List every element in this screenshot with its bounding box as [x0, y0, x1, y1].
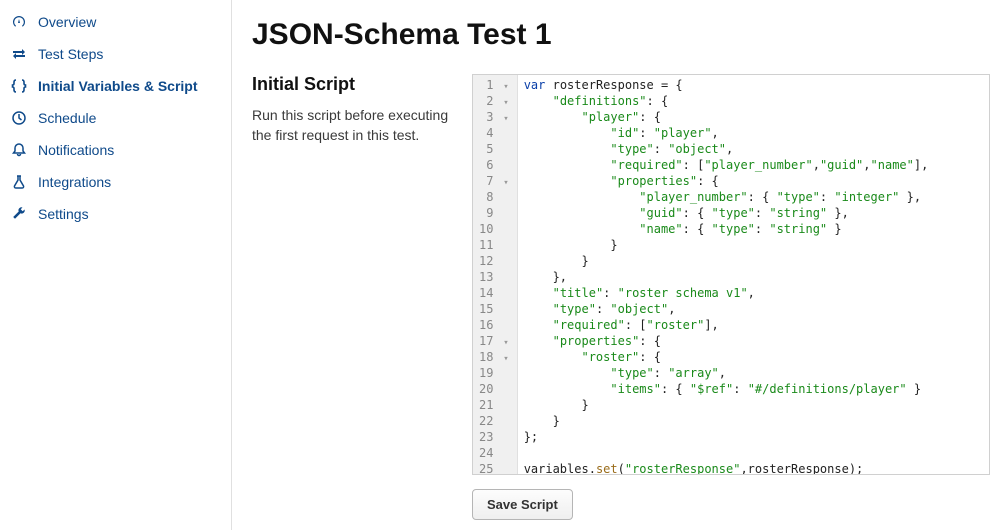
line-number: 14 [479, 285, 509, 301]
editor-gutter: 1 ▾2 ▾3 ▾4 5 6 7 ▾8 9 10 11 12 13 14 15 … [473, 75, 518, 474]
line-number: 10 [479, 221, 509, 237]
code-line[interactable]: "roster": { [524, 349, 983, 365]
sidebar-item-label: Initial Variables & Script [38, 78, 198, 94]
line-number: 11 [479, 237, 509, 253]
code-line[interactable]: "type": "array", [524, 365, 983, 381]
code-line[interactable]: "name": { "type": "string" } [524, 221, 983, 237]
line-number: 2 ▾ [479, 93, 509, 109]
sidebar-item-test-steps[interactable]: Test Steps [0, 38, 231, 70]
code-line[interactable]: "items": { "$ref": "#/definitions/player… [524, 381, 983, 397]
line-number: 15 [479, 301, 509, 317]
section-header: Initial Script Run this script before ex… [252, 74, 452, 520]
sidebar-item-label: Notifications [38, 142, 114, 158]
code-line[interactable]: "player": { [524, 109, 983, 125]
code-line[interactable]: "guid": { "type": "string" }, [524, 205, 983, 221]
code-line[interactable]: }, [524, 269, 983, 285]
script-editor[interactable]: 1 ▾2 ▾3 ▾4 5 6 7 ▾8 9 10 11 12 13 14 15 … [472, 74, 990, 475]
line-number: 23 [479, 429, 509, 445]
dashboard-icon [10, 14, 28, 30]
sidebar-item-label: Test Steps [38, 46, 103, 62]
line-number: 12 [479, 253, 509, 269]
wrench-icon [10, 206, 28, 222]
code-line[interactable]: "id": "player", [524, 125, 983, 141]
code-line[interactable]: "type": "object", [524, 301, 983, 317]
code-line[interactable]: var rosterResponse = { [524, 77, 983, 93]
line-number: 7 ▾ [479, 173, 509, 189]
line-number: 17 ▾ [479, 333, 509, 349]
code-line[interactable]: "required": ["roster"], [524, 317, 983, 333]
line-number: 25 [479, 461, 509, 475]
sidebar-item-label: Integrations [38, 174, 111, 190]
code-line[interactable]: variables.set("rosterResponse",rosterRes… [524, 461, 983, 475]
line-number: 19 [479, 365, 509, 381]
sidebar-item-schedule[interactable]: Schedule [0, 102, 231, 134]
sidebar-item-label: Overview [38, 14, 96, 30]
section-description: Run this script before executing the fir… [252, 105, 452, 146]
sidebar-item-integrations[interactable]: Integrations [0, 166, 231, 198]
code-line[interactable]: "required": ["player_number","guid","nam… [524, 157, 983, 173]
sidebar-item-overview[interactable]: Overview [0, 6, 231, 38]
code-line[interactable]: }; [524, 429, 983, 445]
line-number: 6 [479, 157, 509, 173]
bell-icon [10, 142, 28, 158]
clock-icon [10, 110, 28, 126]
line-number: 8 [479, 189, 509, 205]
code-line[interactable]: "properties": { [524, 173, 983, 189]
code-line[interactable]: } [524, 413, 983, 429]
line-number: 13 [479, 269, 509, 285]
flask-icon [10, 174, 28, 190]
sidebar-item-label: Schedule [38, 110, 96, 126]
code-line[interactable]: "definitions": { [524, 93, 983, 109]
code-line[interactable]: } [524, 237, 983, 253]
main-content: JSON-Schema Test 1 Initial Script Run th… [232, 0, 1000, 530]
sidebar-item-notifications[interactable]: Notifications [0, 134, 231, 166]
code-line[interactable]: "properties": { [524, 333, 983, 349]
line-number: 5 [479, 141, 509, 157]
line-number: 22 [479, 413, 509, 429]
line-number: 3 ▾ [479, 109, 509, 125]
line-number: 21 [479, 397, 509, 413]
code-line[interactable]: "title": "roster schema v1", [524, 285, 983, 301]
code-line[interactable]: "player_number": { "type": "integer" }, [524, 189, 983, 205]
braces-icon [10, 78, 28, 94]
page-title: JSON-Schema Test 1 [252, 18, 990, 52]
line-number: 4 [479, 125, 509, 141]
sidebar-item-label: Settings [38, 206, 89, 222]
sidebar-item-initial-variables-script[interactable]: Initial Variables & Script [0, 70, 231, 102]
line-number: 20 [479, 381, 509, 397]
line-number: 16 [479, 317, 509, 333]
code-line[interactable]: "type": "object", [524, 141, 983, 157]
code-line[interactable]: } [524, 253, 983, 269]
section-title: Initial Script [252, 74, 452, 95]
line-number: 1 ▾ [479, 77, 509, 93]
line-number: 9 [479, 205, 509, 221]
swap-icon [10, 46, 28, 62]
save-script-button[interactable]: Save Script [472, 489, 573, 520]
line-number: 24 [479, 445, 509, 461]
line-number: 18 ▾ [479, 349, 509, 365]
editor-code[interactable]: var rosterResponse = { "definitions": { … [518, 75, 989, 474]
sidebar: Overview Test Steps Initial Variables & Sc… [0, 0, 232, 530]
code-line[interactable]: } [524, 397, 983, 413]
code-line[interactable] [524, 445, 983, 461]
sidebar-item-settings[interactable]: Settings [0, 198, 231, 230]
